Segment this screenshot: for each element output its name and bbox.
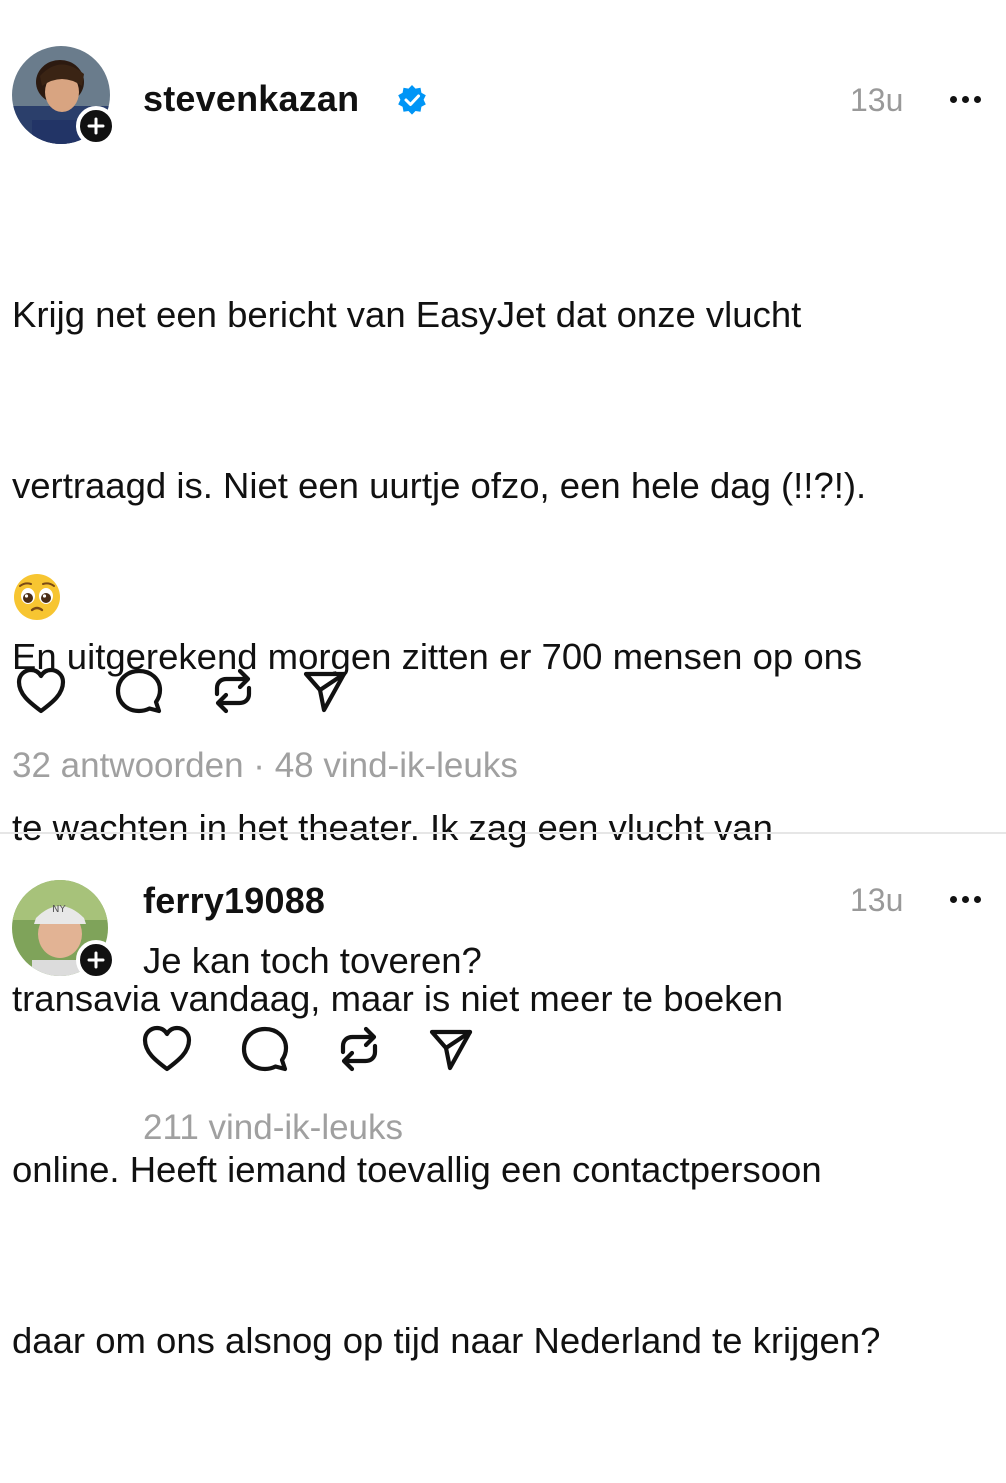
post-time: 13u	[850, 82, 904, 118]
reply-text: Je kan toch toveren?	[143, 940, 482, 981]
share-icon	[429, 1029, 473, 1071]
comment-icon	[115, 668, 163, 714]
stats-separator: ·	[243, 746, 275, 785]
heart-icon	[16, 667, 66, 714]
follow-button[interactable]	[76, 940, 116, 980]
share-button[interactable]	[424, 1022, 478, 1076]
post-text-line: Krijg net een bericht van EasyJet dat on…	[12, 294, 802, 335]
share-button[interactable]	[298, 664, 352, 718]
username[interactable]: stevenkazan	[143, 78, 359, 120]
follow-button[interactable]	[76, 106, 116, 146]
likes-count[interactable]: 48 vind-ik-leuks	[275, 746, 518, 785]
repost-button[interactable]	[206, 664, 260, 718]
more-icon[interactable]	[950, 96, 981, 103]
post-actions	[14, 664, 352, 718]
username[interactable]: ferry19088	[143, 880, 325, 922]
post-text-line: vertraagd is. Niet een uurtje ofzo, een …	[12, 465, 867, 506]
reply-likes-count[interactable]: 211 vind-ik-leuks	[143, 1108, 403, 1148]
verified-icon	[398, 85, 426, 115]
comment-button[interactable]	[238, 1022, 292, 1076]
repost-icon	[214, 668, 252, 714]
reply-actions	[140, 1022, 478, 1076]
share-icon	[303, 671, 347, 713]
replies-count[interactable]: 32 antwoorden	[12, 746, 244, 785]
pleading-face-emoji	[14, 574, 60, 620]
main-post: stevenkazan 13u Krijg net een bericht va…	[0, 0, 1006, 1361]
post-text: Krijg net een bericht van EasyJet dat on…	[12, 172, 880, 1483]
post-divider	[0, 832, 1006, 834]
like-button[interactable]	[14, 664, 68, 718]
comment-icon	[241, 1026, 289, 1072]
post-stats: 32 antwoorden · 48 vind-ik-leuks	[12, 746, 518, 786]
plus-icon	[87, 951, 105, 969]
repost-icon	[340, 1026, 378, 1072]
more-icon[interactable]	[950, 896, 981, 903]
like-button[interactable]	[140, 1022, 194, 1076]
plus-icon	[87, 117, 105, 135]
reply-post: NY ferry19088 13u Je kan toch toveren? 2…	[0, 836, 1006, 1200]
reply-time: 13u	[850, 882, 904, 918]
heart-icon	[142, 1025, 192, 1072]
repost-button[interactable]	[332, 1022, 386, 1076]
post-text-line: daar om ons alsnog op tijd naar Nederlan…	[12, 1320, 881, 1361]
svg-text:NY: NY	[52, 904, 66, 915]
comment-button[interactable]	[112, 664, 166, 718]
